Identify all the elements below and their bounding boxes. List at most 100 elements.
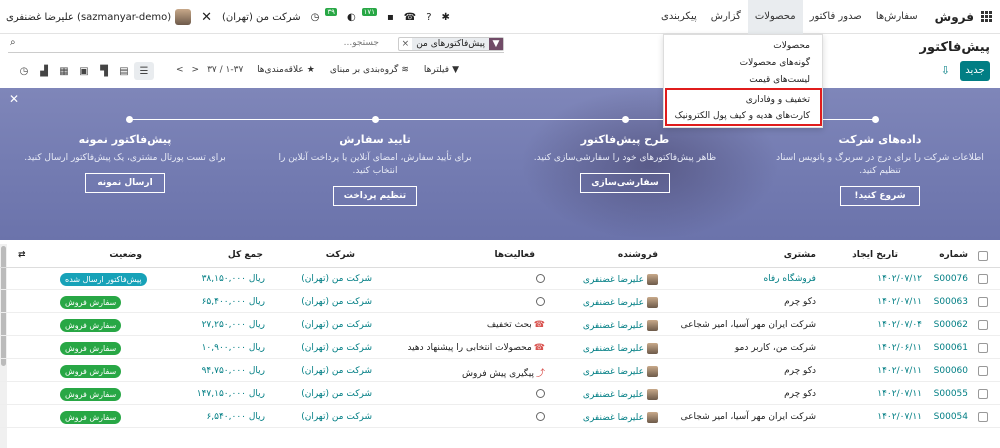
app-name[interactable]: فروش [935,10,974,24]
customer-name: دکو چرم [784,389,816,399]
order-number[interactable]: S00055 [934,389,968,399]
filters-button[interactable]: ▼فیلترها [421,65,459,75]
table-row[interactable]: S00062 ۱۴۰۲/۰۷/۰۴ شرکت ایران مهر آسیا، امی… [0,316,1000,336]
timer-icon[interactable]: ◷ [311,12,320,23]
menu-reporting[interactable]: گزارش [704,0,748,34]
col-company[interactable]: شرکت [326,250,355,260]
col-total[interactable]: جمع کل [228,250,263,260]
step-button[interactable]: شروع کنید! [840,186,920,206]
map-view-icon[interactable]: ▤ [114,62,134,80]
tools-icon[interactable]: ✕ [201,10,212,25]
chat-icon[interactable]: ▪ [387,12,394,23]
order-number[interactable]: S00062 [934,320,968,330]
apps-grid-icon[interactable] [980,10,992,23]
table-row[interactable]: S00054 ۱۴۰۲/۰۷/۱۱ شرکت ایران مهر آسیا، امی… [0,408,1000,428]
activity-cell[interactable] [536,389,545,401]
calendar-view-icon[interactable]: ▣ [74,62,94,80]
col-date[interactable]: تاریخ ایجاد [852,250,898,260]
search-icon[interactable]: ⌕ [10,37,16,48]
col-salesperson[interactable]: فروشنده [618,250,658,260]
step-button[interactable]: سفارشی‌سازی [580,173,670,193]
row-checkbox[interactable] [978,366,988,376]
clock-icon[interactable] [536,297,545,306]
pivot-view-icon[interactable]: ▦ [54,62,74,80]
salesperson: علیرضا غضنفری [583,366,658,377]
optional-columns-icon[interactable]: ⇄ [18,250,26,260]
salesperson: علیرضا غضنفری [583,320,658,331]
row-checkbox[interactable] [978,297,988,307]
menu-configuration[interactable]: پیکربندی [654,0,704,34]
table-row[interactable]: S00055 ۱۴۰۲/۰۷/۱۱ دکو چرم علیرضا غضنفری شرکت… [0,385,1000,405]
table-row[interactable]: S00060 ۱۴۰۲/۰۷/۱۱ دکو چرم علیرضا غضنفری ⤴پیگ… [0,362,1000,382]
favorites-button[interactable]: ★علاقه‌مندی‌ها [254,65,315,75]
group-by-button[interactable]: ≋گروه‌بندی بر مبنای [327,65,409,75]
col-number[interactable]: شماره [939,250,968,260]
menu-orders[interactable]: سفارش‌ها [869,0,925,34]
activity-cell[interactable] [536,412,545,424]
app-brand[interactable]: فروش [935,10,992,24]
search-input[interactable]: جستجو... [344,38,379,48]
total-amount: ریال ۳۸,۱۵۰,۰۰۰ [201,274,265,284]
order-number[interactable]: S00076 [934,274,968,284]
search-facet[interactable]: ▼ پیش‌فاکتورهای من × [397,37,504,51]
phone-icon[interactable]: ☎ [534,320,545,330]
select-all-checkbox[interactable] [978,251,988,261]
list-view-icon[interactable]: ☰ [134,62,154,80]
activity-icon[interactable]: ◐ [347,12,356,23]
row-checkbox[interactable] [978,389,988,399]
clock-icon[interactable] [536,389,545,398]
activity-cell[interactable]: ☎بحث تخفیف [487,320,545,330]
activity-cell[interactable]: ⤴پیگیری پیش فروش [462,366,545,379]
graph-view-icon[interactable]: ▟ [34,62,54,80]
menu-products[interactable]: محصولات [747,0,803,34]
table-row[interactable]: S00061 ۱۴۰۲/۰۶/۱۱ شرکت من، کاربر دمو علیرضا… [0,339,1000,359]
user-menu[interactable]: علیرضا غضنفری (sazmanyar-demo) [6,9,192,25]
order-number[interactable]: S00061 [934,343,968,353]
salesperson: علیرضا غضنفری [583,389,658,400]
activity-cell[interactable]: ☎محصولات انتخابی را پیشنهاد دهید [407,343,545,353]
activity-cell[interactable] [536,274,545,286]
step-company-data: داده‌های شرکت اطلاعات شرکت را برای درج د… [775,133,985,206]
activity-cell[interactable] [536,297,545,309]
search-bar[interactable]: ▼ پیش‌فاکتورهای من × جستجو... ⌕ [8,37,504,53]
close-icon[interactable]: ✕ [9,92,19,106]
activity-view-icon[interactable]: ◷ [14,62,34,80]
user-name[interactable]: علیرضا غضنفری (sazmanyar-demo) [6,12,171,23]
activity-summary: محصولات انتخابی را پیشنهاد دهید [407,343,532,353]
user-avatar[interactable] [175,9,192,25]
step-button[interactable]: تنظیم پرداخت [332,186,418,206]
row-checkbox[interactable] [978,343,988,353]
order-number[interactable]: S00054 [934,412,968,422]
clock-icon[interactable] [536,412,545,421]
trend-icon[interactable]: ⤴ [536,369,545,379]
clock-icon[interactable] [536,274,545,283]
phone-icon[interactable]: ☎ [404,12,416,23]
debug-icon[interactable]: ✱ [442,12,450,23]
table-row[interactable]: S00076 ۱۴۰۲/۰۷/۱۲ فروشگاه رفاه علیرضا غضنفر… [0,270,1000,290]
pager-value[interactable]: ۱-۳۷ / ۳۷ [207,65,243,75]
dropdown-item-pricelists[interactable]: لیست‌های قیمت [749,75,810,85]
dropdown-item-products[interactable]: محصولات [773,41,810,51]
dropdown-item-variants[interactable]: گونه‌های محصولات [740,58,810,68]
row-checkbox[interactable] [978,320,988,330]
facet-remove-icon[interactable]: × [399,38,413,50]
phone-icon[interactable]: ☎ [534,343,545,353]
help-icon[interactable]: ? [426,12,431,23]
new-button[interactable]: جدید [960,61,990,81]
activity-summary: بحث تخفیف [486,320,532,330]
col-activities[interactable]: فعالیت‌ها [494,250,535,260]
company-switcher[interactable]: شرکت من (تهران) [222,12,301,23]
pager-next-icon[interactable]: > [192,65,200,75]
pager-prev-icon[interactable]: < [176,65,184,75]
kanban-view-icon[interactable]: ▜ [94,62,114,80]
step-button[interactable]: ارسال نمونه [85,173,165,193]
order-number[interactable]: S00063 [934,297,968,307]
row-checkbox[interactable] [978,274,988,284]
menu-invoicing[interactable]: صدور فاکتور [803,0,869,34]
table-row[interactable]: S00063 ۱۴۰۲/۰۷/۱۱ دکو چرم علیرضا غضنفری شرکت… [0,293,1000,313]
upload-icon[interactable]: ⇩ [941,64,950,77]
order-number[interactable]: S00060 [934,366,968,376]
row-checkbox[interactable] [978,412,988,422]
col-customer[interactable]: مشتری [784,250,816,260]
col-status[interactable]: وضعیت [109,250,142,260]
